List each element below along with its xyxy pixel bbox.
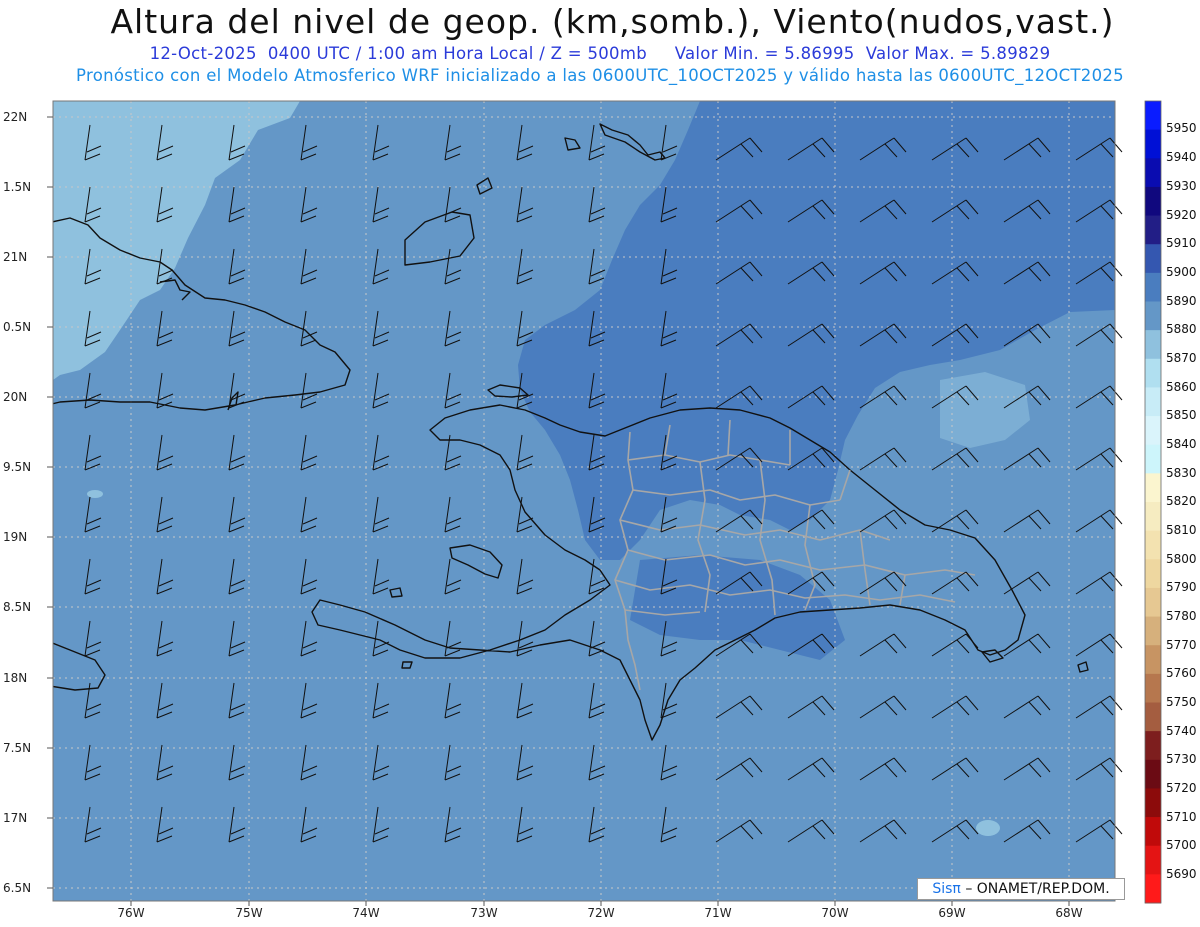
geopotential-field [53,101,1115,901]
x-tick-label: 68W [1055,906,1082,920]
colorbar-label: 5700 [1166,838,1197,852]
colorbar-label: 5930 [1166,179,1197,193]
colorbar-swatch [1145,358,1161,388]
colorbar-label: 5940 [1166,150,1197,164]
colorbar-swatch [1145,473,1161,503]
colorbar-label: 5780 [1166,609,1197,623]
colorbar-label: 5740 [1166,724,1197,738]
y-tick-label: 21N [3,250,27,264]
colorbar-label: 5910 [1166,236,1197,250]
y-tick-label: 9.5N [3,460,31,474]
y-tick-label: 18N [3,671,27,685]
colorbar-swatch [1145,530,1161,560]
colorbar-label: 5820 [1166,494,1197,508]
y-tick-label: 19N [3,530,27,544]
y-axis-labels: 22N 1.5N 21N 0.5N 20N 9.5N 19N 8.5N 18N … [3,110,31,895]
colorbar-swatch [1145,759,1161,789]
colorbar-label: 5810 [1166,523,1197,537]
colorbar-swatch [1145,158,1161,188]
colorbar-label: 5880 [1166,322,1197,336]
colorbar-swatch [1145,616,1161,646]
colorbar-label: 5900 [1166,265,1197,279]
y-tick-label: 7.5N [3,741,31,755]
colorbar-swatch [1145,788,1161,818]
colorbar-label: 5890 [1166,294,1197,308]
y-tick-label: 1.5N [3,180,31,194]
colorbar-swatch [1145,559,1161,589]
colorbar-swatch [1145,502,1161,532]
y-tick-label: 0.5N [3,320,31,334]
y-ticks [47,116,53,889]
y-tick-label: 8.5N [3,600,31,614]
credit-box: Sisπ – ONAMET/REP.DOM. [917,878,1125,900]
x-tick-label: 73W [470,906,497,920]
x-tick-label: 70W [821,906,848,920]
colorbar-label: 5770 [1166,638,1197,652]
colorbar-swatch [1145,186,1161,217]
colorbar-swatch [1145,702,1161,732]
colorbar-label: 5710 [1166,810,1197,824]
colorbar-label: 5830 [1166,466,1197,480]
colorbar-swatch [1145,301,1161,331]
x-tick-label: 74W [352,906,379,920]
y-tick-label: 22N [3,110,27,124]
colorbar-label: 5720 [1166,781,1197,795]
field-light-patch [87,490,103,498]
colorbar-swatch [1145,387,1161,417]
colorbar-label: 5850 [1166,408,1197,422]
colorbar-swatch [1145,272,1161,302]
colorbar-swatch [1145,587,1161,618]
colorbar-swatch [1145,845,1161,875]
colorbar-label: 5760 [1166,666,1197,680]
field-light-patch [976,820,1000,836]
colorbar-swatch [1145,330,1161,360]
y-tick-label: 6.5N [3,881,31,895]
colorbar-label: 5870 [1166,351,1197,365]
colorbar-label: 5690 [1166,867,1197,881]
colorbar-swatch [1145,101,1161,131]
colorbar-labels: 5950 5940 5930 5920 5910 5900 5890 5880 … [1166,121,1197,881]
x-tick-label: 69W [938,906,965,920]
colorbar-swatch [1145,444,1161,474]
colorbar-swatch [1145,215,1161,245]
colorbar-label: 5800 [1166,552,1197,566]
x-tick-label: 76W [117,906,144,920]
colorbar-swatch [1145,129,1161,159]
colorbar-swatch [1145,731,1161,761]
y-tick-label: 17N [3,811,27,825]
x-tick-label: 72W [587,906,614,920]
colorbar-label: 5860 [1166,380,1197,394]
colorbar-label: 5840 [1166,437,1197,451]
x-tick-label: 75W [235,906,262,920]
forecast-map: 22N 1.5N 21N 0.5N 20N 9.5N 19N 8.5N 18N … [3,100,1197,920]
colorbar-swatch [1145,673,1161,703]
y-tick-label: 20N [3,390,27,404]
credit-sis-logo: Sisπ [932,881,961,897]
colorbar-swatch [1145,874,1161,904]
colorbar-label: 5950 [1166,121,1197,135]
colorbar-label: 5920 [1166,208,1197,222]
colorbar-label: 5790 [1166,580,1197,594]
credit-org: – ONAMET/REP.DOM. [965,881,1110,897]
colorbar-label: 5730 [1166,752,1197,766]
colorbar-swatch [1145,817,1161,847]
colorbar-swatch [1145,416,1161,446]
x-axis-labels: 76W 75W 74W 73W 72W 71W 70W 69W 68W [117,906,1082,920]
colorbar [1144,100,1162,904]
x-tick-label: 71W [704,906,731,920]
colorbar-swatch [1145,244,1161,274]
colorbar-swatch [1145,645,1161,675]
colorbar-label: 5750 [1166,695,1197,709]
